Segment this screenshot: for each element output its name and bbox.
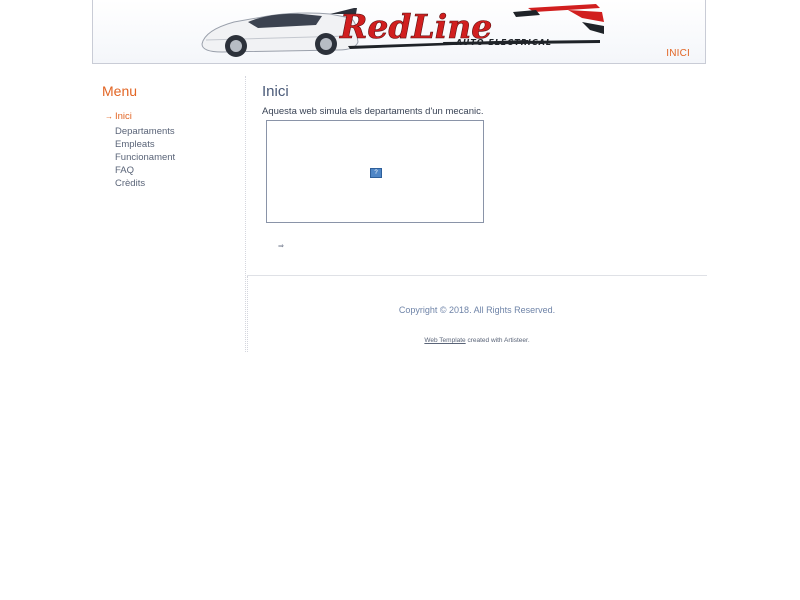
- menu-item-credits[interactable]: Crèdits: [92, 177, 175, 190]
- car-image: [201, 8, 359, 57]
- logo-subtext: AUTO ELECTRICAL: [455, 38, 552, 47]
- menu-item-label: Inici: [115, 111, 132, 122]
- page-title: Inici: [262, 83, 289, 100]
- menu-item-label: Crèdits: [115, 178, 146, 189]
- web-template-link[interactable]: Web Template: [424, 337, 465, 344]
- template-credit-text: created with Artisteer.: [467, 337, 530, 344]
- menu-item-label: FAQ: [115, 165, 135, 176]
- site-header: RedLine AUTO ELECTRICAL INICI: [92, 0, 706, 64]
- redline-logo[interactable]: RedLine AUTO ELECTRICAL: [198, 0, 608, 64]
- main-content: Inici Aquesta web simula els departament…: [247, 76, 707, 276]
- menu-item-inici[interactable]: → Inici: [92, 110, 175, 123]
- broken-plugin-icon: ?: [370, 168, 382, 178]
- embedded-object-frame[interactable]: ?: [266, 120, 484, 223]
- page-description: Aquesta web simula els departaments d'un…: [262, 106, 484, 117]
- menu-title: Menu: [102, 83, 138, 99]
- top-nav-inici[interactable]: INICI: [666, 48, 690, 59]
- menu-list: → Inici Departaments Empleats Funcioname…: [92, 110, 175, 190]
- arrow-right-icon: →: [105, 112, 113, 121]
- menu-item-label: Empleats: [115, 139, 155, 150]
- menu-item-funcionament[interactable]: Funcionament: [92, 151, 175, 164]
- menu-item-faq[interactable]: FAQ: [92, 164, 175, 177]
- menu-item-label: Departaments: [115, 126, 175, 137]
- copyright-text: Copyright © 2018. All Rights Reserved.: [398, 305, 556, 315]
- template-credit: Web Template created with Artisteer.: [248, 337, 706, 344]
- double-arrow-icon[interactable]: ⇒: [278, 242, 284, 250]
- menu-item-departaments[interactable]: Departaments: [92, 125, 175, 138]
- page: RedLine AUTO ELECTRICAL INICI Menu → Ini…: [0, 0, 800, 600]
- sidebar: Menu → Inici Departaments Empleats Funci…: [92, 76, 246, 352]
- menu-item-empleats[interactable]: Empleats: [92, 138, 175, 151]
- menu-item-label: Funcionament: [115, 152, 176, 163]
- footer: Copyright © 2018. All Rights Reserved. W…: [247, 276, 707, 352]
